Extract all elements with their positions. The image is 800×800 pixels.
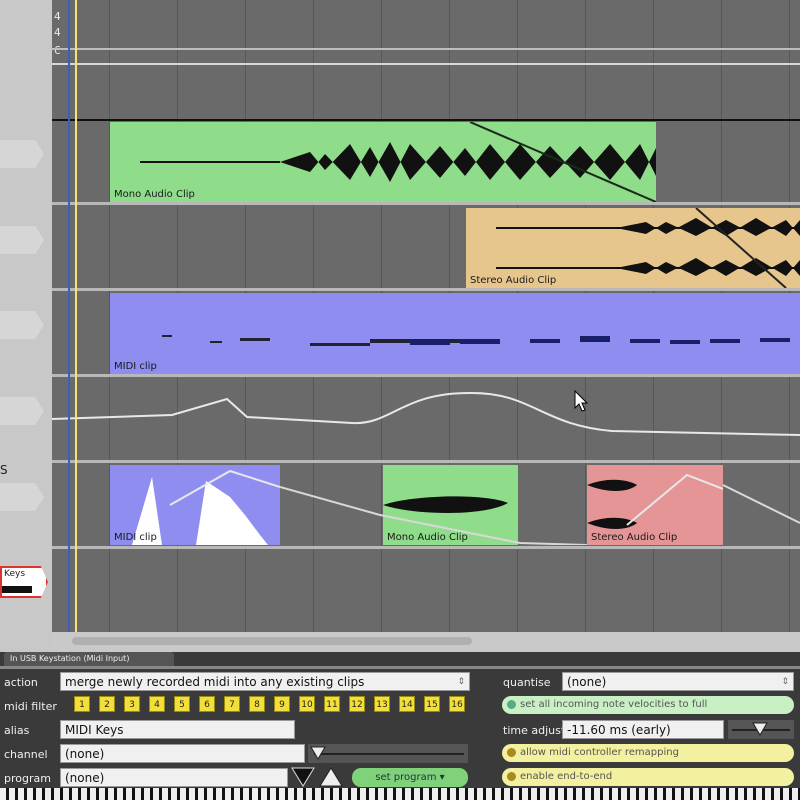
signature-line [52,63,800,65]
end-to-end-toggle[interactable]: enable end-to-end [502,768,794,786]
time-signature-top: 4 [54,10,61,23]
midi-channel-button[interactable]: 3 [124,696,140,712]
alias-label: alias [4,724,30,737]
track-header-arrow[interactable] [0,483,44,511]
slider-thumb-icon[interactable] [310,746,326,760]
action-value: merge newly recorded midi into any exist… [65,675,365,689]
action-label: action [4,676,38,689]
midi-input-properties-panel: In USB Keystation (Midi Input) action me… [0,652,800,800]
program-stepper[interactable] [290,766,344,788]
quantise-label: quantise [503,676,551,689]
end-option-label: enable end-to-end [520,771,613,782]
midi-filter-buttons: 1 2 3 4 5 6 7 8 9 10 11 12 13 14 15 16 [74,696,474,716]
clip-label: Stereo Audio Clip [470,275,557,286]
arrangement-timeline[interactable]: 4 4 C Mono Audio Clip Stereo Audio Clip [52,0,800,632]
clip-label: Mono Audio Clip [114,189,195,200]
program-dropdown[interactable]: (none) [60,768,288,787]
midi-channel-button[interactable]: 2 [99,696,115,712]
track-header-arrow[interactable] [0,226,44,254]
radio-icon [507,700,516,709]
midi-channel-button[interactable]: 10 [299,696,315,712]
velocity-option-label: set all incoming note velocities to full [520,699,708,710]
time-adjust-input[interactable]: -11.60 ms (early) [562,720,724,739]
scrollbar-thumb[interactable] [72,637,472,645]
midi-channel-button[interactable]: 5 [174,696,190,712]
updown-icon: ⇕ [781,677,789,687]
automation-curve [52,391,800,436]
playhead[interactable] [75,0,77,632]
track-header-column: S Keys [0,0,52,652]
updown-icon: ⇕ [457,677,465,687]
midi-channel-button[interactable]: 11 [324,696,340,712]
midi-notes [162,335,790,346]
stereo-audio-clip[interactable]: Stereo Audio Clip [466,208,800,288]
program-label: program [4,772,51,785]
quantise-dropdown[interactable]: (none) ⇕ [562,672,794,691]
automation-curve [280,484,800,545]
radio-icon [507,772,516,781]
action-dropdown[interactable]: merge newly recorded midi into any exist… [60,672,470,691]
set-program-button[interactable]: set program ▾ [352,768,468,787]
midi-clip[interactable]: MIDI clip [110,465,280,545]
time-adjust-label: time adjust [503,724,566,737]
mono-audio-clip[interactable]: Mono Audio Clip [110,122,656,202]
channel-label: channel [4,748,48,761]
track-header-arrow[interactable] [0,311,44,339]
midi-clip[interactable]: MIDI clip [110,293,800,374]
device-tab[interactable]: In USB Keystation (Midi Input) [4,652,174,666]
midi-channel-button[interactable]: 1 [74,696,90,712]
midi-channel-button[interactable]: 4 [149,696,165,712]
controller-remap-toggle[interactable]: allow midi controller remapping [502,744,794,762]
clip-label: MIDI clip [114,361,157,372]
channel-slider[interactable] [308,744,468,763]
midi-channel-button[interactable]: 9 [274,696,290,712]
set-program-label: set program [375,772,437,783]
channel-dropdown[interactable]: (none) [60,744,305,763]
track-side-letter: S [0,463,8,477]
quantise-value: (none) [567,675,607,689]
time-signature-mark: C [54,44,61,57]
tempo-line [52,48,800,50]
radio-icon [507,748,516,757]
midi-channel-button[interactable]: 7 [224,696,240,712]
midi-channel-button[interactable]: 6 [199,696,215,712]
track-header-arrow[interactable] [0,397,44,425]
remap-option-label: allow midi controller remapping [520,747,679,758]
time-signature-bottom: 4 [54,26,61,39]
midi-channel-button[interactable]: 14 [399,696,415,712]
midi-channel-button[interactable]: 8 [249,696,265,712]
midi-channel-button[interactable]: 16 [449,696,465,712]
keys-level-meter [2,586,32,593]
piano-keyboard-strip[interactable] [0,788,800,800]
track-header-arrow[interactable] [0,140,44,168]
edit-cursor-line [68,0,70,632]
time-adjust-slider[interactable] [728,720,794,739]
midi-filter-label: midi filter [4,700,57,713]
keys-track-label: Keys [4,569,26,579]
slider-thumb-icon[interactable] [752,722,768,736]
horizontal-scrollbar[interactable] [52,632,800,652]
midi-channel-button[interactable]: 12 [349,696,365,712]
clip-label: MIDI clip [114,532,157,543]
midi-channel-button[interactable]: 13 [374,696,390,712]
top-track-divider [52,119,800,121]
velocity-full-toggle[interactable]: set all incoming note velocities to full [502,696,794,714]
alias-input[interactable]: MIDI Keys [60,720,295,739]
mouse-cursor-icon [574,390,589,412]
keys-track-header[interactable]: Keys [0,566,48,598]
midi-channel-button[interactable]: 15 [424,696,440,712]
